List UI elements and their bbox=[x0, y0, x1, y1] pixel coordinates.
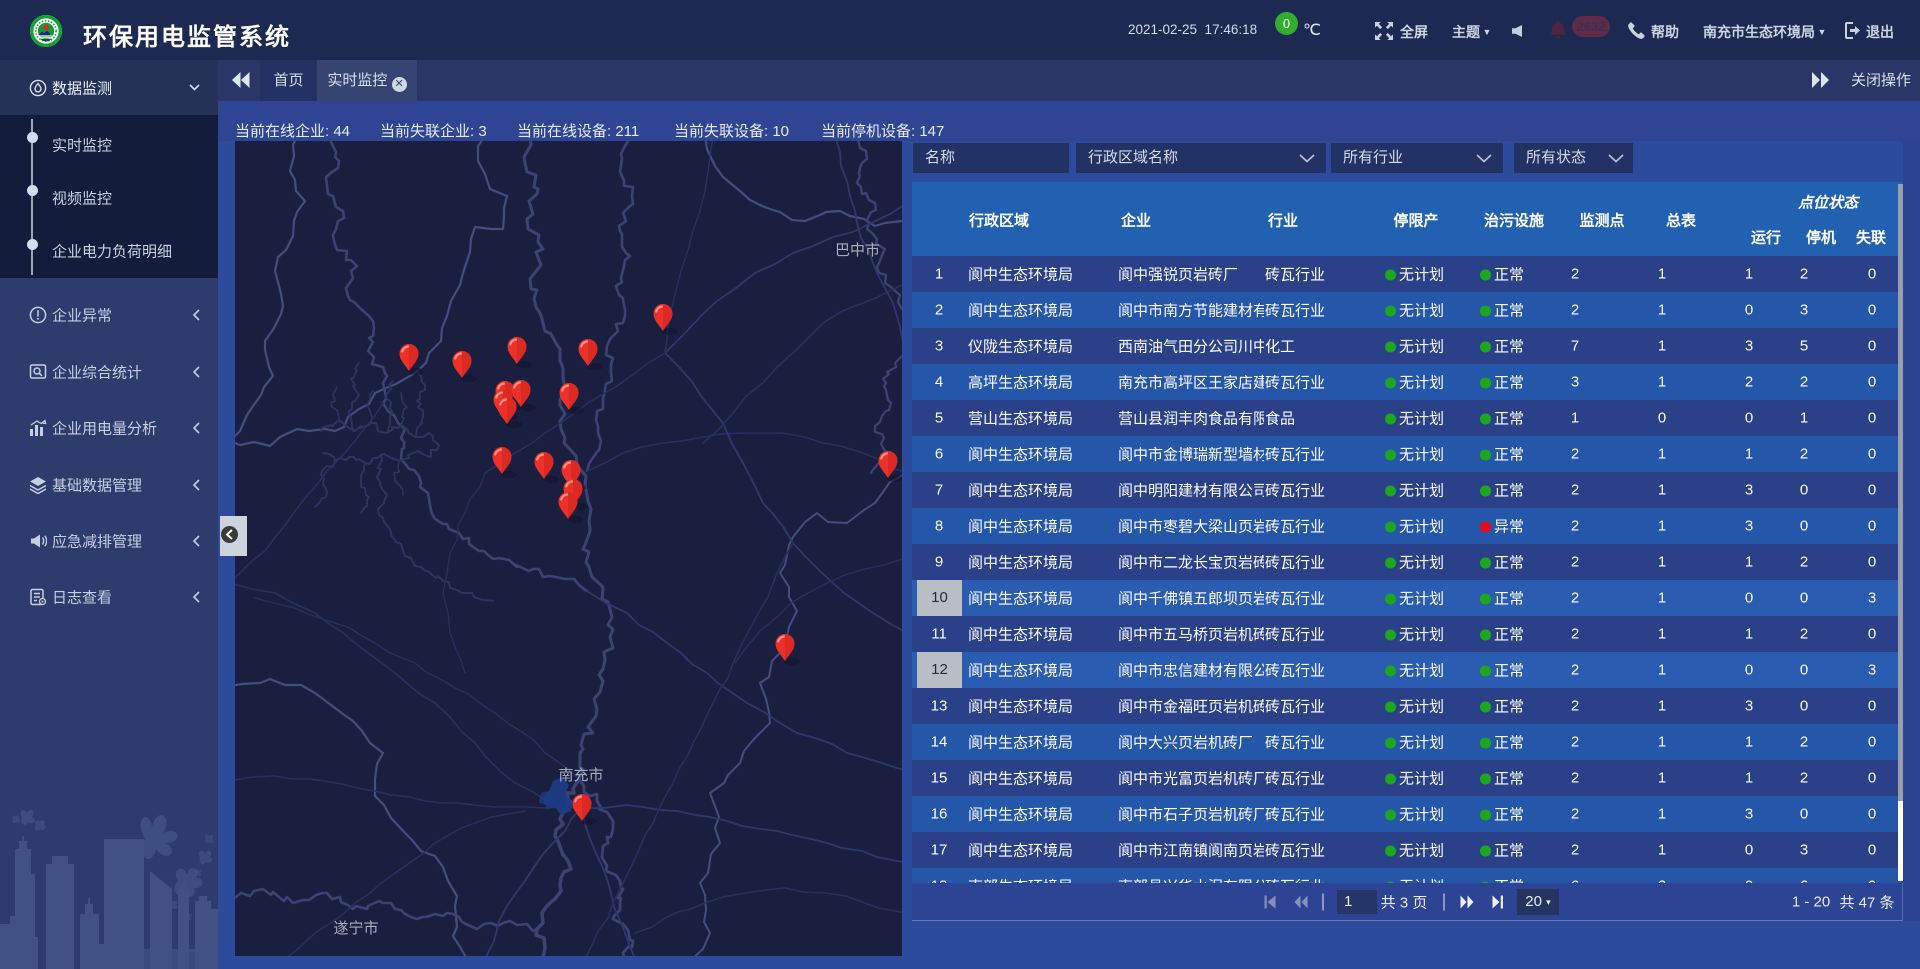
svg-text:遂宁市: 遂宁市 bbox=[333, 920, 378, 937]
svg-text:南充市: 南充市 bbox=[558, 767, 603, 784]
svg-text:巴中市: 巴中市 bbox=[835, 242, 880, 259]
